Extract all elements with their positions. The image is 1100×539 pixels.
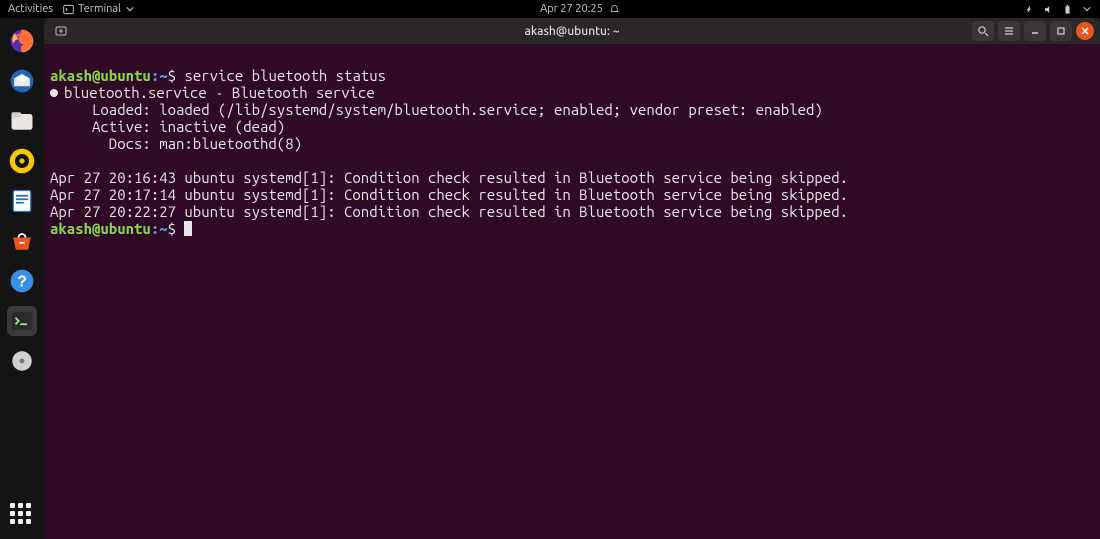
output-log: Apr 27 20:16:43 ubuntu systemd[1]: Condi…	[50, 169, 848, 186]
output-service: bluetooth.service - Bluetooth service	[64, 84, 375, 101]
window-titlebar[interactable]: akash@ubuntu: ~	[44, 18, 1100, 44]
prompt-sep: :	[151, 67, 159, 84]
dock-thunderbird[interactable]	[7, 66, 37, 96]
dock: ?	[0, 18, 44, 539]
prompt-symbol: $	[168, 67, 176, 84]
command-line: service bluetooth status	[184, 67, 386, 84]
dock-firefox[interactable]	[7, 26, 37, 56]
service-status-dot	[50, 89, 58, 97]
dock-rhythmbox[interactable]	[7, 146, 37, 176]
show-applications-button[interactable]	[10, 503, 34, 527]
prompt-path: ~	[159, 220, 167, 237]
new-tab-button[interactable]	[50, 21, 72, 41]
prompt-user: akash@ubuntu	[50, 67, 151, 84]
output-loaded: Loaded: loaded (/lib/systemd/system/blue…	[50, 101, 823, 118]
chevron-down-icon	[1081, 4, 1092, 15]
minimize-button[interactable]	[1024, 21, 1046, 41]
dock-help[interactable]: ?	[7, 266, 37, 296]
network-icon	[1024, 4, 1035, 15]
output-log: Apr 27 20:17:14 ubuntu systemd[1]: Condi…	[50, 186, 848, 203]
clock[interactable]: Apr 27 20:25	[540, 3, 603, 15]
app-menu[interactable]: Terminal	[63, 3, 136, 15]
dock-ubuntu-software[interactable]	[7, 226, 37, 256]
bell-icon	[609, 4, 620, 15]
terminal-window: akash@ubuntu: ~ akash@ubuntu:~$ service …	[44, 18, 1100, 539]
volume-icon	[1043, 4, 1054, 15]
output-active: Active: inactive (dead)	[50, 118, 285, 135]
dock-libreoffice-writer[interactable]	[7, 186, 37, 216]
output-docs: Docs: man:bluetoothd(8)	[50, 135, 302, 152]
battery-icon	[1062, 4, 1073, 15]
hamburger-menu-button[interactable]	[998, 21, 1020, 41]
dock-files[interactable]	[7, 106, 37, 136]
terminal-cursor	[184, 221, 192, 236]
terminal-content[interactable]: akash@ubuntu:~$ service bluetooth status…	[44, 44, 1100, 539]
system-tray[interactable]	[1024, 4, 1092, 15]
dock-disk[interactable]	[7, 346, 37, 376]
prompt-user: akash@ubuntu	[50, 220, 151, 237]
terminal-icon	[63, 4, 74, 15]
dock-terminal[interactable]	[7, 306, 37, 336]
search-button[interactable]	[972, 21, 994, 41]
maximize-button[interactable]	[1050, 21, 1072, 41]
prompt-path: ~	[159, 67, 167, 84]
svg-text:?: ?	[17, 273, 27, 290]
close-button[interactable]	[1076, 22, 1094, 40]
window-title: akash@ubuntu: ~	[44, 25, 1100, 38]
app-menu-label: Terminal	[78, 3, 121, 15]
chevron-down-icon	[125, 4, 136, 15]
prompt-sep: :	[151, 220, 159, 237]
prompt-symbol: $	[168, 220, 176, 237]
output-log: Apr 27 20:22:27 ubuntu systemd[1]: Condi…	[50, 203, 848, 220]
gnome-topbar: Activities Terminal Apr 27 20:25	[0, 0, 1100, 18]
activities-button[interactable]: Activities	[8, 3, 53, 15]
